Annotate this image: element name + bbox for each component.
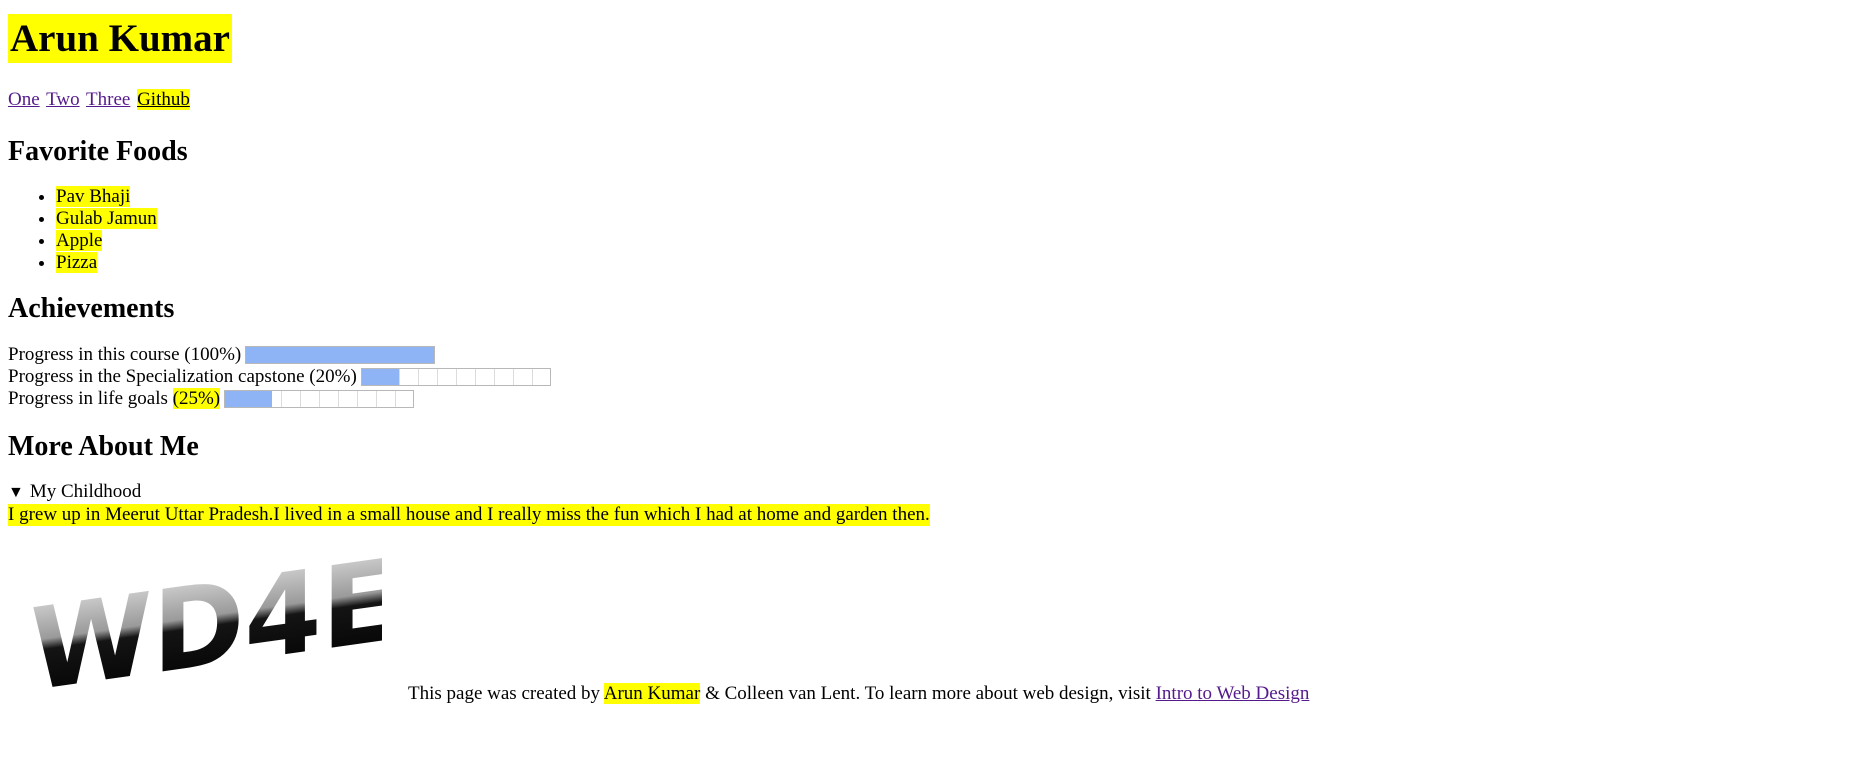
progress-fill [225,390,273,407]
childhood-text: I grew up in Meerut Uttar Pradesh.I live… [8,504,930,527]
progress-label-text: Progress in life goals [8,387,168,409]
progress-bar [360,367,551,386]
footer-author: Arun Kumar [603,683,701,704]
progress-label-text: Progress in this course [8,343,180,365]
footer-link[interactable]: Intro to Web Design [1156,683,1310,704]
page-title: Arun Kumar [8,14,232,63]
nav-link-one[interactable]: One [8,89,40,110]
logo-text: WD4E [30,555,382,705]
page: Arun Kumar One Two Three Github Favorite… [0,0,1865,764]
progress-row: Progress in this course (100%) [8,344,1857,366]
progress-row: Progress in the Specialization capstone … [8,366,1857,388]
progress-percent: (20%) [309,365,357,387]
foods-list: Pav Bhaji Gulab Jamun Apple Pizza [8,186,1857,274]
foods-heading: Favorite Foods [8,135,188,167]
progress-bar [245,345,436,364]
progress-percent: (100%) [184,343,242,365]
progress-bar [224,389,415,408]
footer-prefix: This page was created by [408,683,601,704]
wd4e-logo: WD4E [30,555,382,705]
progress-label: Progress in this course (100%) [8,344,241,366]
food-item-text: Pizza [56,252,98,274]
nav-link-github[interactable]: Github [137,88,190,110]
food-item-text: Apple [56,230,103,252]
about-heading: More About Me [8,430,199,462]
progress-label: Progress in life goals (25%) [8,387,221,410]
nav-links: One Two Three Github [8,88,1857,111]
childhood-summary[interactable]: ▼ My Childhood [8,481,1857,504]
progress-fill [361,368,400,385]
progress-fill [246,346,435,363]
nav-link-two[interactable]: Two [46,89,80,110]
nav-link-three[interactable]: Three [86,89,130,110]
achievements-list: Progress in this course (100%) Progress … [8,344,1857,410]
childhood-summary-label: My Childhood [29,481,142,503]
childhood-details[interactable]: ▼ My Childhood I grew up in Meerut Uttar … [8,481,1857,527]
progress-percent: (25%) [172,387,221,409]
footer: This page was created by Arun Kumar & Co… [408,683,1309,705]
list-item: Pav Bhaji [56,186,1857,208]
list-item: Apple [56,230,1857,252]
food-item-text: Gulab Jamun [56,208,157,230]
list-item: Pizza [56,252,1857,274]
triangle-down-icon: ▼ [8,484,24,502]
progress-row: Progress in life goals (25%) [8,387,1857,410]
achievements-heading: Achievements [8,293,175,325]
food-item-text: Pav Bhaji [56,186,131,208]
progress-label-text: Progress in the Specialization capstone [8,365,305,387]
list-item: Gulab Jamun [56,208,1857,230]
progress-label: Progress in the Specialization capstone … [8,366,357,388]
footer-middle: & Colleen van Lent. To learn more about … [705,683,1151,704]
